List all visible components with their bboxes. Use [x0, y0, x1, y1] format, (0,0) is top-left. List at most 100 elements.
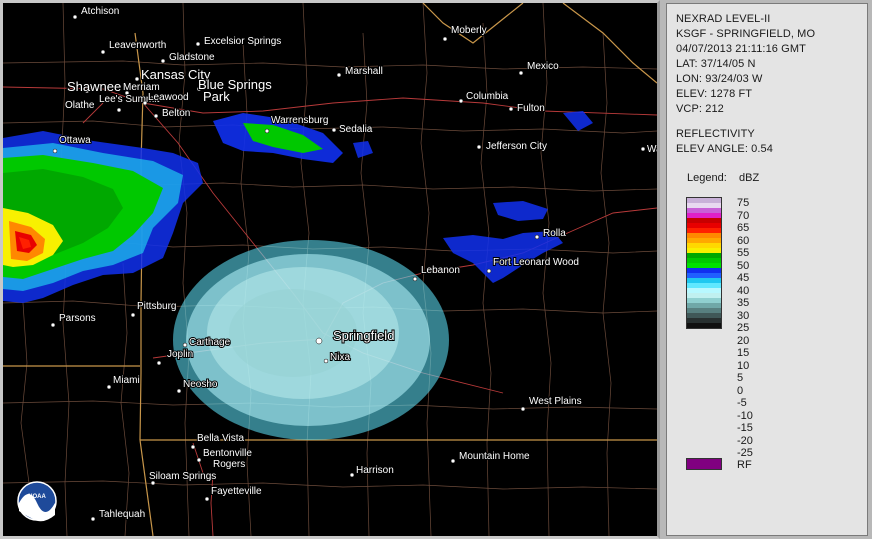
radar-map[interactable]: Atchison Leavenworth Gladstone Excelsior…: [3, 3, 657, 536]
city-label-park[interactable]: Park: [202, 88, 231, 105]
city-dot: [196, 457, 202, 463]
legend-label: 65: [737, 222, 750, 234]
city-dot: [52, 148, 58, 154]
city-label-mountain-home[interactable]: Mountain Home: [458, 450, 531, 463]
legend-label: 30: [737, 309, 750, 322]
city-label-harrison[interactable]: Harrison: [355, 464, 395, 477]
city-label-miami[interactable]: Miami: [112, 374, 141, 387]
city-label-pittsburg[interactable]: Pittsburg: [136, 300, 177, 313]
city-label-lebanon[interactable]: Lebanon: [420, 264, 461, 277]
city-label-ottawa[interactable]: Ottawa: [58, 134, 92, 147]
city-label-west-plains[interactable]: West Plains: [528, 395, 583, 408]
city-label-warrensburg[interactable]: Warrensburg: [270, 114, 329, 127]
city-dot: [520, 406, 526, 412]
city-label-bentonville[interactable]: Bentonville: [202, 447, 253, 460]
city-label-bella-vista[interactable]: Bella Vista: [196, 432, 246, 445]
legend-label: 35: [737, 297, 750, 309]
city-label-carthage[interactable]: Carthage: [188, 336, 232, 349]
city-label-fulton[interactable]: Fulton: [516, 102, 546, 115]
city-dot: [142, 100, 148, 106]
city-dot: [130, 312, 136, 318]
city-dot: [134, 76, 140, 82]
city-label-wa[interactable]: Wa: [646, 143, 657, 156]
city-label-springfield[interactable]: Springfield: [332, 327, 395, 344]
station-latitude: LAT: 37/14/05 N: [676, 58, 756, 70]
city-label-nixa[interactable]: Nixa: [329, 351, 351, 364]
city-label-sedalia[interactable]: Sedalia: [338, 123, 374, 136]
city-label-shawnee[interactable]: Shawnee: [66, 78, 122, 95]
city-dot: [153, 113, 159, 119]
city-dot-radar-site: [315, 337, 323, 345]
radar-map-frame[interactable]: Atchison Leavenworth Gladstone Excelsior…: [0, 0, 660, 539]
city-dot: [412, 276, 418, 282]
city-label-joplin[interactable]: Joplin: [166, 348, 194, 361]
city-label-rogers[interactable]: Rogers: [212, 458, 246, 471]
elevation-angle: ELEV ANGLE: 0.54: [676, 143, 773, 155]
city-dot: [458, 98, 464, 104]
city-label-moberly[interactable]: Moberly: [450, 24, 488, 37]
city-label-atchison[interactable]: Atchison: [80, 5, 120, 18]
city-label-fayetteville[interactable]: Fayetteville: [210, 485, 263, 498]
rf-swatch: [686, 458, 722, 470]
city-dot: [486, 268, 492, 274]
city-label-belton[interactable]: Belton: [161, 107, 191, 120]
city-dot: [156, 360, 162, 366]
legend-label: 60: [737, 234, 750, 247]
city-dot: [160, 58, 166, 64]
legend-label: -5: [737, 397, 747, 409]
city-label-neosho[interactable]: Neosho: [182, 378, 219, 391]
city-dot: [450, 458, 456, 464]
legend-label: 15: [737, 347, 750, 359]
city-dot: [72, 14, 78, 20]
city-label-leavenworth[interactable]: Leavenworth: [108, 39, 167, 52]
city-dot: [518, 70, 524, 76]
legend-label: -20: [737, 434, 753, 447]
city-label-excelsior-springs[interactable]: Excelsior Springs: [203, 35, 282, 48]
city-label-leawood[interactable]: Leawood: [147, 91, 190, 104]
station-name: KSGF - SPRINGFIELD, MO: [676, 28, 816, 40]
city-label-gladstone[interactable]: Gladstone: [168, 51, 216, 64]
legend-label: 75: [737, 197, 750, 209]
noaa-logo: NOAA: [17, 481, 57, 522]
city-label-columbia[interactable]: Columbia: [465, 90, 510, 103]
city-label-mexico[interactable]: Mexico: [526, 60, 560, 73]
volume-coverage-pattern: VCP: 212: [676, 103, 724, 115]
city-label-marshall[interactable]: Marshall: [344, 65, 384, 78]
city-label-parsons[interactable]: Parsons: [58, 312, 97, 325]
city-label-jefferson-city[interactable]: Jefferson City: [485, 140, 548, 153]
product-name: NEXRAD LEVEL-II: [676, 13, 771, 25]
noaa-logo-text: NOAA: [28, 494, 46, 500]
station-elevation: ELEV: 1278 FT: [676, 88, 753, 100]
legend-label: 55: [737, 247, 750, 259]
legend-swatch: [687, 323, 721, 328]
city-dot: [640, 146, 646, 152]
city-label-tahlequah[interactable]: Tahlequah: [98, 508, 146, 521]
city-dot: [182, 342, 188, 348]
radar-moment: REFLECTIVITY: [676, 128, 755, 140]
city-dot: [476, 144, 482, 150]
station-longitude: LON: 93/24/03 W: [676, 73, 763, 85]
city-label-fort-leonard-wood[interactable]: Fort Leonard Wood: [492, 256, 580, 269]
city-dot: [100, 49, 106, 55]
legend-title: Legend:: [687, 172, 727, 184]
legend-label: 5: [737, 372, 744, 384]
city-dot: [323, 358, 329, 364]
legend-color-bar: [686, 197, 722, 329]
legend-label: 10: [737, 359, 750, 372]
city-dot: [176, 388, 182, 394]
legend-label: 50: [737, 259, 750, 272]
city-dot: [116, 107, 122, 113]
city-dot: [534, 234, 540, 240]
city-dot: [50, 322, 56, 328]
city-dot: [264, 128, 270, 134]
city-dot: [349, 472, 355, 478]
legend-label: 25: [737, 322, 750, 334]
city-label-olathe[interactable]: Olathe: [64, 99, 96, 112]
scan-datetime: 04/07/2013 21:11:16 GMT: [676, 43, 806, 55]
city-dot: [331, 127, 337, 133]
city-label-rolla[interactable]: Rolla: [542, 227, 567, 240]
rf-label: RF: [737, 459, 752, 471]
city-label-siloam-springs[interactable]: Siloam Springs: [148, 470, 217, 483]
legend-label: -25: [737, 447, 753, 459]
legend-unit: dBZ: [739, 172, 760, 184]
